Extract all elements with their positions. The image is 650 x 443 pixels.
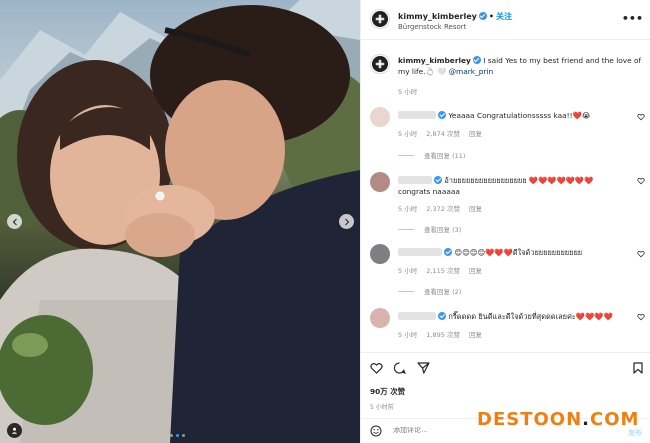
comment-likes[interactable]: 2,115 次赞 (426, 267, 460, 275)
author-avatar[interactable] (370, 9, 390, 29)
like-count[interactable]: 90万 次赞 (370, 386, 405, 397)
post-actions: 90万 次赞 5 小时前 (361, 352, 650, 411)
more-options-button[interactable]: ••• (622, 12, 643, 25)
comment-meta: 5 小时 1,895 次赞 回复 (398, 329, 489, 339)
caption-author-avatar[interactable] (370, 54, 390, 74)
comment-reply-button[interactable]: 回复 (469, 331, 482, 339)
paper-plane-icon[interactable] (417, 362, 430, 374)
comment-time: 5 小时 (398, 130, 418, 138)
hands-shape (125, 213, 195, 257)
view-replies-label: 查看回复 (3) (424, 226, 462, 234)
view-replies-label: 查看回复 (11) (424, 152, 466, 160)
bouquet-shape (12, 333, 48, 357)
comment-text: 😊😊😊😊❤️❤️❤️ดีใจด้วยยยยยยยยยยย (398, 247, 630, 258)
chevron-left-icon (12, 218, 17, 225)
ring-shape (155, 191, 165, 201)
verified-badge-icon (444, 248, 452, 256)
bookmark-icon[interactable] (633, 362, 643, 374)
comment-like-heart-icon[interactable] (637, 177, 645, 185)
author-line: kimmy_kimberley • 关注 (398, 11, 512, 22)
site-watermark: DESTOON.COM (477, 409, 639, 430)
post-photo[interactable] (0, 0, 360, 443)
comment-text: Yeaaaa Congratulationsssss kaa!!❤️😭 (398, 110, 630, 121)
comment-like-heart-icon[interactable] (637, 113, 645, 121)
verified-badge-icon (434, 176, 442, 184)
caption-mention-link[interactable]: @mark_prin (449, 67, 494, 76)
comment-text: อ้ายยยยยยยยยยยยยยยยย ❤️❤️❤️❤️❤️❤️❤️ cong… (398, 175, 630, 197)
comment-likes[interactable]: 1,895 次赞 (426, 331, 460, 339)
watermark-dot: . (582, 409, 590, 430)
comment-like-heart-icon[interactable] (637, 250, 645, 258)
comment-body-line2: congrats naaaaa (398, 187, 460, 196)
photo-illustration (0, 0, 360, 443)
comment-username-redacted[interactable] (398, 312, 436, 320)
comment-avatar[interactable] (370, 244, 390, 264)
comment-reply-button[interactable]: 回复 (469, 267, 482, 275)
watermark-main: DESTOON (477, 409, 583, 430)
comment-avatar[interactable] (370, 308, 390, 328)
user-tag-icon (11, 427, 18, 434)
comment-body: อ้ายยยยยยยยยยยยยยยยย ❤️❤️❤️❤️❤️❤️❤️ (444, 176, 594, 185)
caption-timestamp[interactable]: 5 小时 (398, 86, 417, 96)
comment-text: กรี๊ดดดด ยินดีและดีใจด้วยที่สุดดดเลยค่ะ❤… (398, 311, 630, 322)
caption-text: kimmy_kimberley I said Yes to my best fr… (398, 55, 646, 77)
post-side-panel: kimmy_kimberley • 关注 Bürgenstock Resort ••… (360, 0, 650, 443)
tagged-users-button[interactable] (7, 423, 22, 438)
comment-avatar[interactable] (370, 172, 390, 192)
divider-line (398, 154, 414, 156)
comment-likes[interactable]: 2,372 次赞 (426, 205, 460, 213)
comment-reply-button[interactable]: 回复 (469, 205, 482, 213)
comment-body: Yeaaaa Congratulationsssss kaa!!❤️😭 (448, 111, 591, 120)
watermark-suffix: COM (590, 409, 640, 430)
comment-meta: 5 小时 2,372 次赞 回复 (398, 203, 489, 213)
comment-likes[interactable]: 2,874 次赞 (426, 130, 460, 138)
caption-username[interactable]: kimmy_kimberley (398, 56, 471, 65)
comment-reply-button[interactable]: 回复 (469, 130, 482, 138)
carousel-indicator (170, 434, 185, 437)
comment-avatar[interactable] (370, 107, 390, 127)
author-username[interactable]: kimmy_kimberley (398, 12, 477, 21)
comment-username-redacted[interactable] (398, 111, 436, 119)
carousel-dot (182, 434, 185, 437)
comment-meta: 5 小时 2,874 次赞 回复 (398, 128, 489, 138)
follow-button[interactable]: 关注 (496, 12, 512, 21)
carousel-dot (170, 434, 173, 437)
separator-dot: • (488, 12, 494, 21)
comment-body: กรี๊ดดดด ยินดีและดีใจด้วยที่สุดดดเลยค่ะ❤… (448, 312, 613, 321)
post-timestamp: 5 小时前 (370, 404, 394, 411)
next-photo-button[interactable] (339, 214, 354, 229)
view-replies-button[interactable]: 查看回复 (11) (398, 150, 465, 160)
view-replies-button[interactable]: 查看回复 (3) (398, 224, 461, 234)
carousel-dot-active (176, 434, 179, 437)
comment-like-heart-icon[interactable] (637, 313, 645, 321)
comment-time: 5 小时 (398, 331, 418, 339)
heart-icon[interactable] (370, 362, 383, 374)
smiley-icon[interactable] (370, 425, 382, 437)
comment-time: 5 小时 (398, 267, 418, 275)
comment-username-redacted[interactable] (398, 176, 432, 184)
view-replies-label: 查看回复 (2) (424, 288, 462, 296)
location-link[interactable]: Bürgenstock Resort (398, 23, 466, 31)
flower-avatar-icon (372, 11, 388, 27)
verified-badge-icon (472, 56, 481, 64)
previous-photo-button[interactable] (7, 214, 22, 229)
comment-time: 5 小时 (398, 205, 418, 213)
chevron-right-icon (344, 218, 349, 225)
comment-username-redacted[interactable] (398, 248, 442, 256)
speech-bubble-icon[interactable] (393, 362, 406, 374)
verified-badge-icon (438, 111, 446, 119)
flower-avatar-icon (372, 56, 388, 72)
verified-badge-icon (438, 312, 446, 320)
post-header: kimmy_kimberley • 关注 Bürgenstock Resort ••… (361, 0, 650, 40)
verified-badge-icon (478, 12, 487, 20)
comment-meta: 5 小时 2,115 次赞 回复 (398, 265, 489, 275)
divider-line (398, 290, 414, 292)
comment-body: 😊😊😊😊❤️❤️❤️ดีใจด้วยยยยยยยยยยย (454, 248, 583, 257)
bouquet-shape (0, 315, 93, 425)
view-replies-button[interactable]: 查看回复 (2) (398, 286, 461, 296)
divider-line (398, 228, 414, 230)
